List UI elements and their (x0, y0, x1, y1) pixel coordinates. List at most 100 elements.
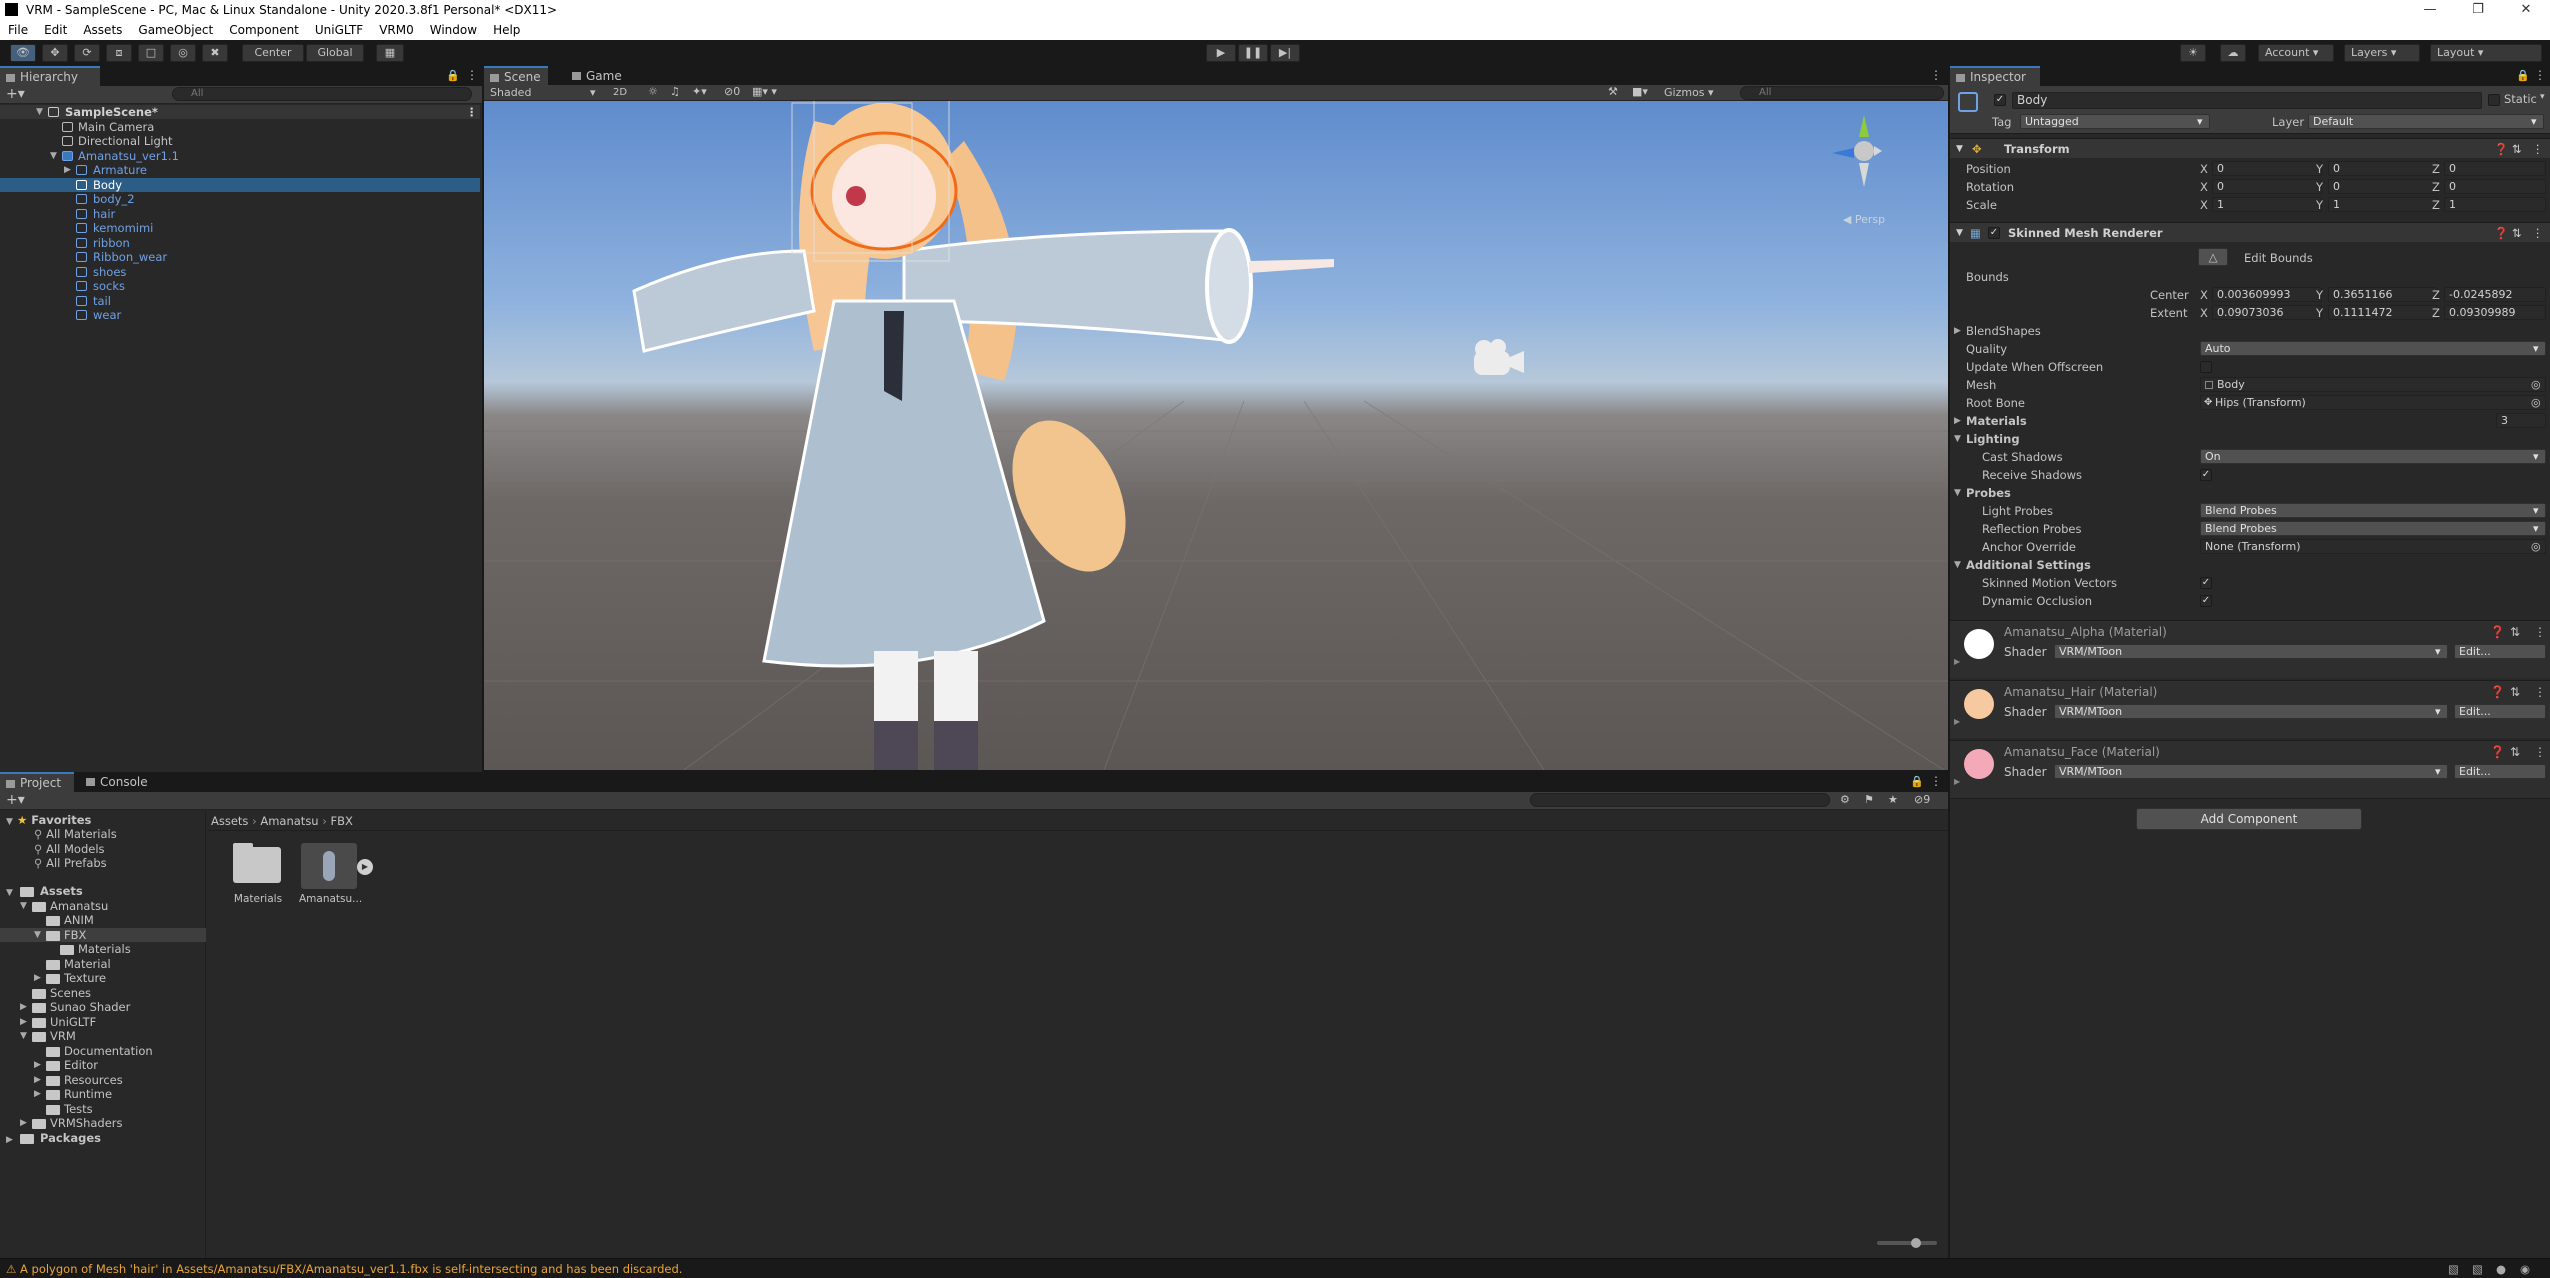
tab-game[interactable]: Game (566, 66, 636, 86)
hierarchy-search-input[interactable]: All (172, 87, 472, 101)
tab-hierarchy[interactable]: Hierarchy (0, 66, 100, 86)
create-button[interactable]: +▾ (6, 86, 25, 102)
menu-edit[interactable]: Edit (36, 20, 75, 40)
hierarchy-item-armature[interactable]: ▶ Armature (0, 163, 480, 177)
root-bone-object-field[interactable]: ✥ Hips (Transform) ◎ (2200, 395, 2546, 410)
hidden-objects-toggle[interactable]: ⊘0 (724, 85, 740, 98)
pivot-toggle-button[interactable]: Center (242, 44, 304, 62)
shader-edit-button[interactable]: Edit... (2454, 644, 2546, 659)
tools-icon[interactable]: ⚒ (1608, 85, 1618, 98)
lighting-icon[interactable]: ☼ (648, 85, 658, 98)
fold-arrow-icon[interactable]: ▶ (1954, 777, 1960, 786)
blendshapes-row[interactable]: ▶ BlendShapes (1950, 322, 2550, 340)
add-component-button[interactable]: Add Component (2136, 808, 2362, 830)
hierarchy-item-body-2[interactable]: body_2 (0, 192, 480, 206)
additional-settings-row[interactable]: ▼ Additional Settings (1950, 556, 2550, 574)
step-button[interactable]: ▶| (1270, 44, 1300, 62)
fold-arrow-icon[interactable]: ▶ (1954, 412, 1961, 430)
panel-menu-icon[interactable]: ⋮ (1930, 774, 1942, 788)
expand-arrow-icon[interactable]: ▼ (36, 105, 43, 119)
scene-viewport[interactable]: ◀ Persp (484, 101, 1948, 770)
materials-row[interactable]: ▶ Materials 3 (1950, 412, 2550, 430)
menu-window[interactable]: Window (422, 20, 485, 40)
lock-icon[interactable]: 🔒 (1910, 775, 1924, 788)
component-menu-icon[interactable]: ⋮ (2534, 625, 2546, 639)
tree-folder-materials[interactable]: Materials (0, 942, 200, 956)
extent-y-field[interactable]: 0.1111472 (2328, 305, 2438, 320)
scene-menu-icon[interactable]: ⋮ (466, 105, 478, 119)
transform-header[interactable]: ▼ ✥ Transform ❓ ⇅ ⋮ (1950, 138, 2550, 158)
orientation-gizmo[interactable] (1832, 115, 1882, 187)
assets-root[interactable]: ▼ Assets (6, 884, 206, 898)
scale-z-field[interactable]: 1 (2444, 197, 2546, 212)
hierarchy-item-wear[interactable]: wear (0, 308, 480, 322)
hierarchy-item-socks[interactable]: socks (0, 279, 480, 293)
scale-x-field[interactable]: 1 (2212, 197, 2322, 212)
expand-model-icon[interactable]: ▶ (357, 859, 373, 875)
tab-scene[interactable]: Scene (484, 66, 548, 86)
tree-folder-tests[interactable]: Tests (0, 1102, 200, 1116)
tree-folder-material[interactable]: Material (0, 957, 200, 971)
static-checkbox[interactable] (2488, 94, 2500, 106)
move-tool-button[interactable]: ✥ (42, 44, 68, 62)
hierarchy-item-amanatsu[interactable]: ▼ Amanatsu_ver1.1 (0, 149, 480, 163)
fold-arrow-icon[interactable]: ▼ (1956, 139, 1963, 159)
object-picker-icon[interactable]: ◎ (2531, 540, 2541, 553)
update-offscreen-checkbox[interactable] (2200, 361, 2212, 373)
menu-component[interactable]: Component (221, 20, 307, 40)
motion-vectors-checkbox[interactable]: ✓ (2200, 577, 2212, 589)
tab-project[interactable]: Project (0, 772, 74, 792)
lock-icon[interactable]: 🔒 (2516, 69, 2530, 82)
hierarchy-item-shoes[interactable]: shoes (0, 265, 480, 279)
menu-unigltf[interactable]: UniGLTF (307, 20, 371, 40)
progress-icon[interactable]: ▧ (2448, 1259, 2459, 1278)
favorite-all-materials[interactable]: ⚲ All Materials (34, 827, 117, 841)
tree-folder-vrmshaders[interactable]: ▶ VRMShaders (0, 1116, 200, 1130)
hierarchy-item-ribbon[interactable]: ribbon (0, 236, 480, 250)
collab-icon[interactable]: ☀ (2180, 44, 2206, 62)
tree-folder-resources[interactable]: ▶ Resources (0, 1073, 200, 1087)
panel-menu-icon[interactable]: ⋮ (466, 68, 478, 82)
grid-toggle[interactable]: ▦▾ ▾ (752, 85, 777, 98)
component-menu-icon[interactable]: ⋮ (2534, 745, 2546, 759)
audio-icon[interactable]: ♫ (670, 85, 680, 98)
help-icon[interactable]: ❓ (2494, 139, 2508, 159)
projection-label[interactable]: ◀ Persp (1843, 213, 1885, 226)
scale-y-field[interactable]: 1 (2328, 197, 2438, 212)
help-icon[interactable]: ❓ (2490, 685, 2505, 699)
rotate-tool-button[interactable]: ⟳ (74, 44, 100, 62)
menu-assets[interactable]: Assets (75, 20, 130, 40)
status-message[interactable]: A polygon of Mesh 'hair' in Assets/Amana… (20, 1259, 682, 1278)
tab-console[interactable]: Console (80, 772, 160, 792)
account-dropdown[interactable]: Account ▾ (2258, 44, 2334, 62)
layers-dropdown[interactable]: Layers ▾ (2344, 44, 2420, 62)
reflection-probes-dropdown[interactable]: Blend Probes ▾ (2200, 521, 2546, 536)
receive-shadows-checkbox[interactable]: ✓ (2200, 469, 2212, 481)
expand-arrow-icon[interactable]: ▼ (50, 149, 57, 163)
scale-tool-button[interactable]: ⧈ (106, 44, 132, 62)
zoom-slider[interactable] (1877, 1238, 1937, 1248)
hierarchy-item-tail[interactable]: tail (0, 294, 480, 308)
fold-arrow-icon[interactable]: ▶ (1954, 322, 1961, 340)
rotation-x-field[interactable]: 0 (2212, 179, 2322, 194)
anchor-override-object-field[interactable]: None (Transform) ◎ (2200, 539, 2546, 554)
tree-folder-unigltf[interactable]: ▶ UniGLTF (0, 1015, 200, 1029)
cache-icon[interactable]: ● (2496, 1259, 2506, 1278)
layout-dropdown[interactable]: Layout ▾ (2430, 44, 2542, 62)
tree-folder-scenes[interactable]: Scenes (0, 986, 200, 1000)
menu-file[interactable]: File (0, 20, 36, 40)
collapse-arrow-icon[interactable]: ▶ (64, 163, 71, 177)
hierarchy-scene-row[interactable]: ▼ SampleScene* ⋮ (0, 105, 480, 119)
auto-generate-lighting-icon[interactable]: ◉ (2520, 1259, 2530, 1278)
tree-folder-fbx[interactable]: ▼ FBX (0, 928, 206, 942)
hierarchy-item-hair[interactable]: hair (0, 207, 480, 221)
center-y-field[interactable]: 0.3651166 (2328, 287, 2438, 302)
fold-arrow-icon[interactable]: ▼ (1954, 484, 1961, 502)
object-picker-icon[interactable]: ◎ (2531, 396, 2541, 409)
asset-item-materials[interactable]: Materials (229, 843, 289, 913)
preset-icon[interactable]: ⇅ (2512, 139, 2522, 159)
view-tool-button[interactable]: 👁 (10, 44, 36, 62)
fold-arrow-icon[interactable]: ▼ (1956, 223, 1963, 243)
object-picker-icon[interactable]: ◎ (2531, 378, 2541, 391)
preset-icon[interactable]: ⇅ (2510, 625, 2520, 639)
